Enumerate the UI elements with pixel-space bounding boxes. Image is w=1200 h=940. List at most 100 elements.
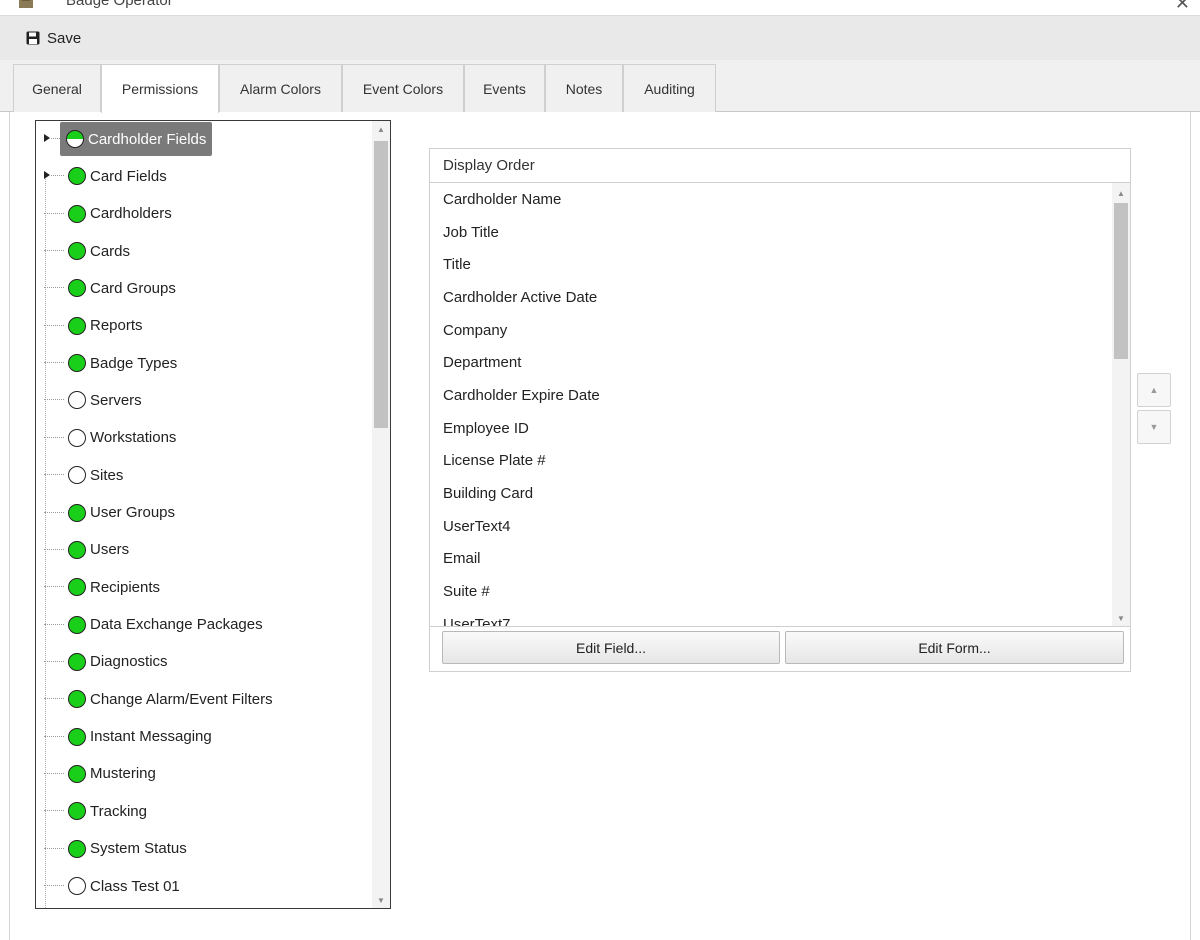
tab-permissions[interactable]: Permissions	[101, 64, 219, 113]
tree-item-node[interactable]: Change Alarm/Event Filters	[64, 688, 277, 710]
tree-item-node[interactable]: Users	[64, 539, 133, 561]
tree-item-node[interactable]: Instant Messaging	[64, 726, 216, 748]
permissions-tree[interactable]: Cardholder Fields Card Fields Cardholders C…	[35, 120, 391, 909]
tree-item-node[interactable]: Class Test 01	[64, 875, 184, 897]
tree-item[interactable]: Reports	[36, 311, 370, 341]
tree-item-node[interactable]: System Status	[64, 838, 191, 860]
permission-status-icon[interactable]	[68, 503, 86, 522]
list-item[interactable]: Cardholder Name	[430, 183, 1112, 216]
tree-item[interactable]: Card Groups	[36, 273, 370, 303]
list-item[interactable]: Building Card	[430, 477, 1112, 510]
edit-form-button[interactable]: Edit Form...	[785, 631, 1124, 664]
permission-status-icon[interactable]	[68, 877, 86, 895]
tree-item-node[interactable]: Reports	[64, 315, 147, 337]
tab-events[interactable]: Events	[464, 64, 545, 112]
permission-status-icon[interactable]	[68, 690, 86, 709]
tree-item-node[interactable]: Servers	[64, 389, 146, 411]
tree-item-node[interactable]: Cardholder Fields	[60, 122, 213, 156]
tree-item[interactable]: Data Exchange Packages	[36, 610, 370, 640]
tree-item-node[interactable]: Card Fields	[64, 165, 171, 187]
order-scroll-up-icon[interactable]: ▲	[1112, 185, 1130, 201]
list-item[interactable]: Suite #	[430, 575, 1112, 608]
tree-item[interactable]: Change Alarm/Event Filters	[36, 684, 370, 714]
permission-status-icon[interactable]	[68, 354, 86, 373]
permission-status-icon[interactable]	[68, 764, 86, 783]
list-item[interactable]: Cardholder Active Date	[430, 281, 1112, 314]
permission-status-icon[interactable]	[68, 652, 86, 671]
tree-item-node[interactable]: Workstations	[64, 427, 180, 449]
permission-status-icon[interactable]	[68, 316, 86, 335]
list-item[interactable]: Cardholder Expire Date	[430, 379, 1112, 412]
tree-item[interactable]: Tracking	[36, 796, 370, 826]
tree-item-node[interactable]: Diagnostics	[64, 651, 172, 673]
list-item[interactable]: Employee ID	[430, 412, 1112, 445]
tree-item[interactable]: System Status	[36, 834, 370, 864]
expand-arrow-icon[interactable]	[44, 134, 50, 142]
tree-item[interactable]: Mustering	[36, 759, 370, 789]
list-item[interactable]: Email	[430, 543, 1112, 576]
list-item[interactable]: UserText4	[430, 510, 1112, 543]
tree-scroll-up-icon[interactable]: ▲	[372, 121, 390, 137]
permission-status-icon[interactable]	[68, 802, 86, 821]
tree-scrollbar[interactable]: ▲ ▼	[372, 121, 390, 908]
permission-status-icon[interactable]	[68, 167, 86, 186]
tree-item-node[interactable]: Sites	[64, 464, 127, 486]
tree-item-node[interactable]: Card Groups	[64, 277, 180, 299]
permission-status-icon[interactable]	[68, 391, 86, 410]
permission-status-icon[interactable]	[68, 540, 86, 559]
save-button[interactable]: Save	[20, 25, 89, 51]
tree-item[interactable]: Card Fields	[36, 161, 370, 191]
list-item[interactable]: UserText7	[430, 608, 1112, 626]
order-scroll-thumb[interactable]	[1114, 203, 1128, 359]
permission-status-icon[interactable]	[68, 578, 86, 597]
close-icon[interactable]: ✕	[1175, 0, 1190, 15]
tree-item-node[interactable]: User Groups	[64, 502, 179, 524]
move-up-button[interactable]: ▲	[1137, 373, 1171, 407]
tab-auditing[interactable]: Auditing	[623, 64, 716, 112]
tree-item-node[interactable]: Recipients	[64, 576, 164, 598]
tree-scroll-down-icon[interactable]: ▼	[372, 892, 390, 908]
tree-item[interactable]: Badge Types	[36, 348, 370, 378]
tree-item-node[interactable]: Badge Types	[64, 352, 181, 374]
permission-status-icon[interactable]	[68, 428, 86, 447]
tree-scroll-thumb[interactable]	[374, 141, 388, 428]
tree-item[interactable]: Workstations	[36, 423, 370, 453]
display-order-list[interactable]: Cardholder Name Job Title Title Cardholder …	[430, 183, 1112, 626]
expand-arrow-icon[interactable]	[44, 171, 50, 180]
move-down-button[interactable]: ▼	[1137, 410, 1171, 444]
tree-item[interactable]: Users	[36, 535, 370, 565]
permission-status-icon[interactable]	[68, 615, 86, 634]
permission-status-icon[interactable]	[68, 727, 86, 746]
permission-status-icon[interactable]	[68, 242, 86, 261]
permission-status-icon[interactable]	[68, 204, 86, 223]
tree-item-node[interactable]: Cardholders	[64, 203, 176, 225]
tree-item[interactable]: Class Test 01	[36, 871, 370, 901]
tree-item[interactable]: Cardholder Fields	[36, 122, 370, 156]
list-item[interactable]: License Plate #	[430, 445, 1112, 478]
tree-item[interactable]: Cardholders	[36, 199, 370, 229]
tree-item[interactable]: Instant Messaging	[36, 722, 370, 752]
permission-status-icon[interactable]	[66, 130, 84, 148]
tree-item-node[interactable]: Mustering	[64, 763, 160, 785]
tree-item[interactable]: Cards	[36, 236, 370, 266]
tree-item[interactable]: User Groups	[36, 498, 370, 528]
tab-alarm-colors[interactable]: Alarm Colors	[219, 64, 342, 112]
list-item[interactable]: Department	[430, 346, 1112, 379]
list-item[interactable]: Job Title	[430, 216, 1112, 249]
permission-status-icon[interactable]	[68, 466, 86, 485]
tree-item[interactable]: Recipients	[36, 572, 370, 602]
order-scrollbar[interactable]: ▲ ▼	[1112, 183, 1130, 626]
list-item[interactable]: Company	[430, 314, 1112, 347]
tree-item[interactable]: Sites	[36, 460, 370, 490]
tree-item-node[interactable]: Tracking	[64, 800, 151, 822]
tree-item[interactable]: Servers	[36, 385, 370, 415]
tab-event-colors[interactable]: Event Colors	[342, 64, 464, 112]
tab-general[interactable]: General	[13, 64, 101, 112]
edit-field-button[interactable]: Edit Field...	[442, 631, 780, 664]
permission-status-icon[interactable]	[68, 279, 86, 298]
tree-item-node[interactable]: Data Exchange Packages	[64, 614, 267, 636]
tree-item[interactable]: Diagnostics	[36, 647, 370, 677]
order-scroll-down-icon[interactable]: ▼	[1112, 610, 1130, 626]
permission-status-icon[interactable]	[68, 839, 86, 858]
list-item[interactable]: Title	[430, 248, 1112, 281]
